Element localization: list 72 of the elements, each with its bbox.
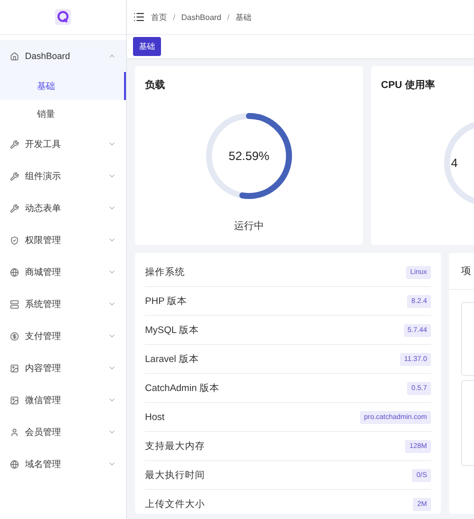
sidebar-item-label: 域名管理 (25, 458, 62, 470)
sidebar-item[interactable]: 支付管理 (0, 320, 126, 352)
sidebar-item-label: 支付管理 (25, 330, 62, 342)
gauge-value: 52.59% (228, 148, 270, 162)
card-title: CPU 使用率 (381, 78, 436, 92)
chevron-icon (108, 300, 116, 308)
sidebar-item[interactable]: 域名管理 (0, 448, 126, 480)
menu-icon (10, 172, 19, 180)
info-label: 操作系统 (145, 266, 185, 278)
info-label: Laravel 版本 (145, 352, 199, 366)
sidebar-item[interactable]: 系统管理 (0, 288, 126, 320)
info-label: CatchAdmin 版本 (145, 382, 220, 394)
sidebar-item[interactable]: 组件演示 (0, 160, 126, 192)
breadcrumb-link[interactable]: DashBoard (181, 12, 222, 22)
sidebar-item-label: 开发工具 (25, 138, 62, 150)
sidebar-item[interactable]: 权限管理 (0, 224, 126, 256)
info-label: Host (145, 412, 165, 422)
menu-icon (10, 428, 19, 436)
page-tab[interactable]: 基础 (133, 37, 161, 56)
sidebar-item-label: 内容管理 (25, 362, 62, 374)
chevron-icon (108, 140, 116, 148)
breadcrumb-separator: / (227, 12, 230, 22)
sidebar-item[interactable]: 内容管理 (0, 352, 126, 384)
info-label: MySQL 版本 (145, 324, 199, 336)
sidebar-item[interactable]: 开发工具 (0, 128, 126, 160)
menu-icon (10, 52, 19, 60)
chevron-icon (108, 396, 116, 404)
menu-icon (10, 396, 19, 404)
menu-icon (10, 364, 19, 372)
sidebar-item[interactable]: 商城管理 (0, 256, 126, 288)
chevron-icon (108, 52, 116, 60)
chevron-icon (108, 364, 116, 372)
chevron-icon (108, 172, 116, 180)
sidebar-subitem[interactable]: 销量 (0, 100, 126, 128)
chevron-icon (108, 268, 116, 276)
breadcrumb-link[interactable]: 基础 (236, 12, 252, 22)
sidebar-item[interactable]: 会员管理 (0, 416, 126, 448)
breadcrumb-link[interactable]: 首页 (151, 12, 167, 22)
sidebar-item-label: 会员管理 (25, 426, 62, 438)
sidebar-item-label: 系统管理 (25, 298, 62, 310)
gauge-value: 4 (451, 156, 458, 170)
sidebar-item[interactable]: 动态表单 (0, 192, 126, 224)
menu-icon (10, 236, 19, 244)
menu-icon (10, 140, 19, 148)
menu-icon (10, 332, 19, 340)
chevron-icon (108, 428, 116, 436)
sidebar-item-label: 权限管理 (25, 234, 62, 246)
sidebar-item[interactable]: 微信管理 (0, 384, 126, 416)
chevron-icon (108, 332, 116, 340)
chevron-icon (108, 460, 116, 468)
menu-icon (10, 460, 19, 468)
info-label: 支持最大内存 (145, 440, 205, 452)
info-label: 最大执行时间 (145, 468, 205, 482)
info-label: PHP 版本 (145, 294, 188, 308)
sidebar-item-label: 组件演示 (25, 170, 62, 182)
card-title: 负载 (145, 78, 166, 92)
menu-icon (10, 268, 19, 276)
menu-icon (10, 300, 19, 308)
sidebar-item[interactable]: DashBoard (0, 40, 126, 72)
chevron-icon (108, 236, 116, 244)
sidebar-subitem[interactable]: 基础 (0, 72, 126, 100)
menu-icon (10, 204, 19, 212)
sidebar-item-label: 微信管理 (25, 394, 62, 406)
status-text: 运行中 (233, 220, 265, 233)
sidebar-item-label: 动态表单 (25, 202, 62, 214)
info-label: 上传文件大小 (145, 498, 205, 510)
card-title: 项 (461, 265, 471, 278)
logo-icon (55, 9, 71, 25)
chevron-icon (108, 204, 116, 212)
breadcrumb-separator: / (173, 12, 176, 22)
sidebar-item-label: DashBoard (25, 51, 72, 61)
sidebar-item-label: 商城管理 (25, 266, 62, 278)
